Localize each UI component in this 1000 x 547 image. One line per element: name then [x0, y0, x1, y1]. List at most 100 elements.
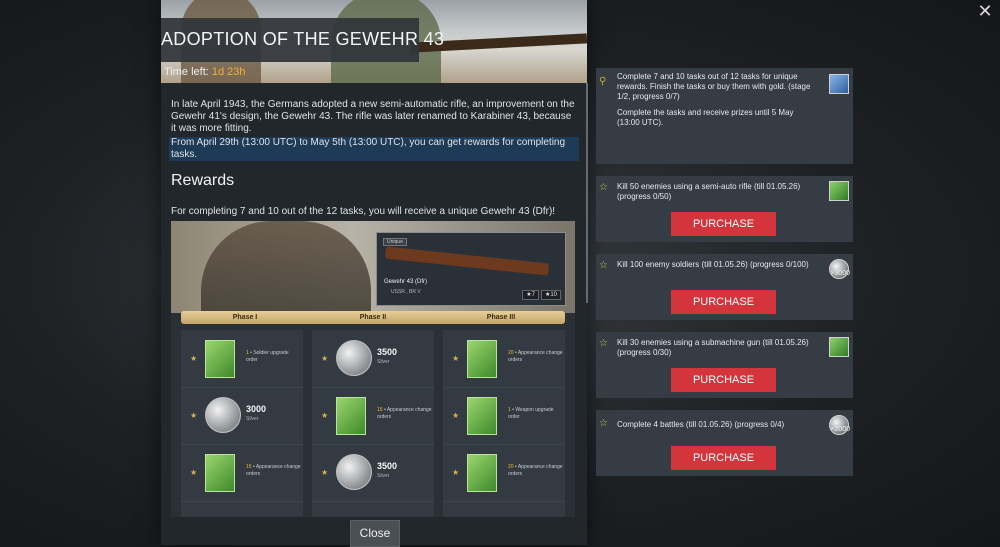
silver-coin-icon	[336, 454, 372, 490]
reward-count: 1	[508, 407, 511, 413]
task-card: ☆ Kill 50 enemies using a semi-auto rifl…	[596, 176, 853, 242]
medal-icon	[829, 74, 849, 94]
reward-count: 20	[508, 350, 514, 356]
task-text: Kill 50 enemies using a semi-auto rifle …	[617, 182, 801, 201]
task-card: ☆ Kill 30 enemies using a submachine gun…	[596, 332, 853, 398]
weapon-stats: ★7 ★10	[520, 290, 561, 300]
reward-desc: Appearance change orders	[246, 464, 301, 477]
reward-desc: Appearance change orders	[508, 350, 563, 363]
star-icon: ★	[452, 468, 460, 477]
reward-desc: Silver	[377, 473, 390, 479]
event-panel: ADOPTION OF THE GEWEHR 43 Time left: 1d …	[161, 0, 588, 547]
star-icon: ☆	[599, 338, 608, 349]
task-card: ☆ Complete 4 battles (till 01.05.26) (pr…	[596, 410, 853, 476]
event-hero-image: ADOPTION OF THE GEWEHR 43 Time left: 1d …	[161, 0, 587, 83]
reward-cell[interactable]: ★ 15 • Appearance change orders	[181, 444, 303, 502]
weapon-nation: USSR , BR V	[391, 289, 421, 295]
reward-value: 3500	[377, 347, 398, 357]
reward-count: 1	[246, 350, 249, 356]
purchase-button[interactable]: PURCHASE	[671, 446, 776, 470]
task-card: ☆ Kill 100 enemy soldiers (till 01.05.26…	[596, 254, 853, 320]
reward-desc: Appearance change orders	[508, 464, 563, 477]
rewards-subtitle: For completing 7 and 10 out of the 12 ta…	[171, 206, 556, 217]
reward-multiplier: ×2000	[830, 426, 850, 433]
order-box-icon	[467, 454, 497, 492]
phase-label: Phase I	[232, 314, 258, 321]
reward-banner: Unique Gewehr 43 (Dfr) USSR , BR V ★7 ★10	[171, 221, 575, 313]
event-title: ADOPTION OF THE GEWEHR 43	[161, 29, 445, 49]
reward-cell[interactable]: ★ 1 • Soldier upgrade order	[181, 330, 303, 388]
purchase-button[interactable]: PURCHASE	[671, 290, 776, 314]
close-button[interactable]: Close	[350, 520, 400, 547]
task-text: Complete the tasks and receive prizes un…	[617, 108, 794, 127]
task-text: Complete 4 battles (till 01.05.26) (prog…	[617, 420, 785, 429]
reward-cell[interactable]: ★ 3000 Silver	[181, 387, 303, 445]
star-icon: ★	[452, 411, 460, 420]
reward-count: 15	[246, 464, 252, 470]
star-icon: ☆	[599, 260, 608, 271]
reward-text: 20 • Appearance change orders	[508, 464, 563, 477]
reward-cell[interactable]: ★ 15 • Appearance change orders	[312, 387, 434, 445]
reward-value: 3500	[377, 461, 398, 471]
reward-desc: Silver	[377, 359, 390, 365]
reward-cell[interactable]: ★ 3500 Silver	[312, 444, 434, 502]
reward-desc: Soldier upgrade order	[246, 350, 289, 363]
unique-badge: Unique	[383, 238, 407, 246]
weapon-stat: ★10	[540, 290, 561, 300]
star-icon: ★	[452, 354, 460, 363]
phase-bar: Phase I Phase II Phase III	[181, 311, 565, 324]
weapon-name: Gewehr 43 (Dfr)	[384, 279, 428, 285]
reward-desc: Weapon upgrade order	[508, 407, 554, 420]
time-left-label: Time left:	[164, 66, 209, 78]
purchase-button[interactable]: PURCHASE	[671, 212, 776, 236]
weapon-stat: ★7	[522, 290, 539, 300]
time-left-value: 1d 23h	[211, 66, 246, 78]
reward-text: 15 • Appearance change orders	[246, 464, 301, 477]
reward-cell[interactable]: ★ 20 • Appearance change orders	[443, 330, 565, 388]
star-badge-icon	[829, 181, 849, 201]
order-box-icon	[336, 397, 366, 435]
star-icon: ☆	[599, 418, 608, 429]
star-icon: ☆	[599, 182, 608, 193]
star-icon: ★	[321, 354, 329, 363]
star-icon: ★	[321, 411, 329, 420]
silver-coin-icon	[336, 340, 372, 376]
phase-column: ★ 3500 Silver ★ 15 • Appearance change o…	[312, 330, 434, 517]
order-box-icon	[467, 340, 497, 378]
reward-value: 3000	[246, 404, 267, 414]
reward-desc: Appearance change orders	[377, 407, 432, 420]
order-box-icon	[205, 340, 235, 378]
task-text: Kill 100 enemy soldiers (till 01.05.26) …	[617, 260, 809, 269]
reward-desc: Silver	[246, 416, 259, 422]
rifle-icon	[384, 246, 550, 276]
reward-text: 20 • Appearance change orders	[508, 350, 563, 363]
star-icon: ★	[190, 468, 198, 477]
phase-label: Phase II	[359, 314, 387, 321]
rewards-heading: Rewards	[171, 172, 235, 189]
rewards-scroll-area[interactable]: Unique Gewehr 43 (Dfr) USSR , BR V ★7 ★10…	[171, 221, 575, 517]
reward-cell[interactable]: ★ 1 • Weapon upgrade order	[443, 387, 565, 445]
banner-soldiers	[201, 221, 371, 313]
reward-count: 20	[508, 464, 514, 470]
silver-coin-icon	[205, 397, 241, 433]
event-description: In late April 1943, the Germans adopted …	[171, 99, 575, 134]
task-card: ⚲ Complete 7 and 10 tasks out of 12 task…	[596, 68, 853, 164]
reward-text: 1 • Weapon upgrade order	[508, 407, 554, 420]
star-icon: ★	[321, 468, 329, 477]
task-text: Kill 30 enemies using a submachine gun (…	[617, 338, 809, 357]
title-box: ADOPTION OF THE GEWEHR 43	[161, 18, 444, 62]
order-box-icon	[205, 454, 235, 492]
reward-text: 15 • Appearance change orders	[377, 407, 432, 420]
phase-column: ★ 20 • Appearance change orders ★ 1 • We…	[443, 330, 565, 517]
task-text: Complete 7 and 10 tasks out of 12 tasks …	[617, 72, 811, 101]
time-left: Time left: 1d 23h	[164, 66, 246, 78]
order-box-icon	[467, 397, 497, 435]
scrollbar[interactable]	[586, 83, 588, 303]
reward-cell[interactable]: ★ 20 • Appearance change orders	[443, 444, 565, 502]
reward-cell[interactable]: ★ 3500 Silver	[312, 330, 434, 388]
star-icon: ★	[190, 411, 198, 420]
close-window-icon[interactable]: ✕	[976, 2, 994, 20]
purchase-button[interactable]: PURCHASE	[671, 368, 776, 392]
star-icon: ★	[190, 354, 198, 363]
weapon-card[interactable]: Unique Gewehr 43 (Dfr) USSR , BR V ★7 ★10	[376, 232, 566, 306]
